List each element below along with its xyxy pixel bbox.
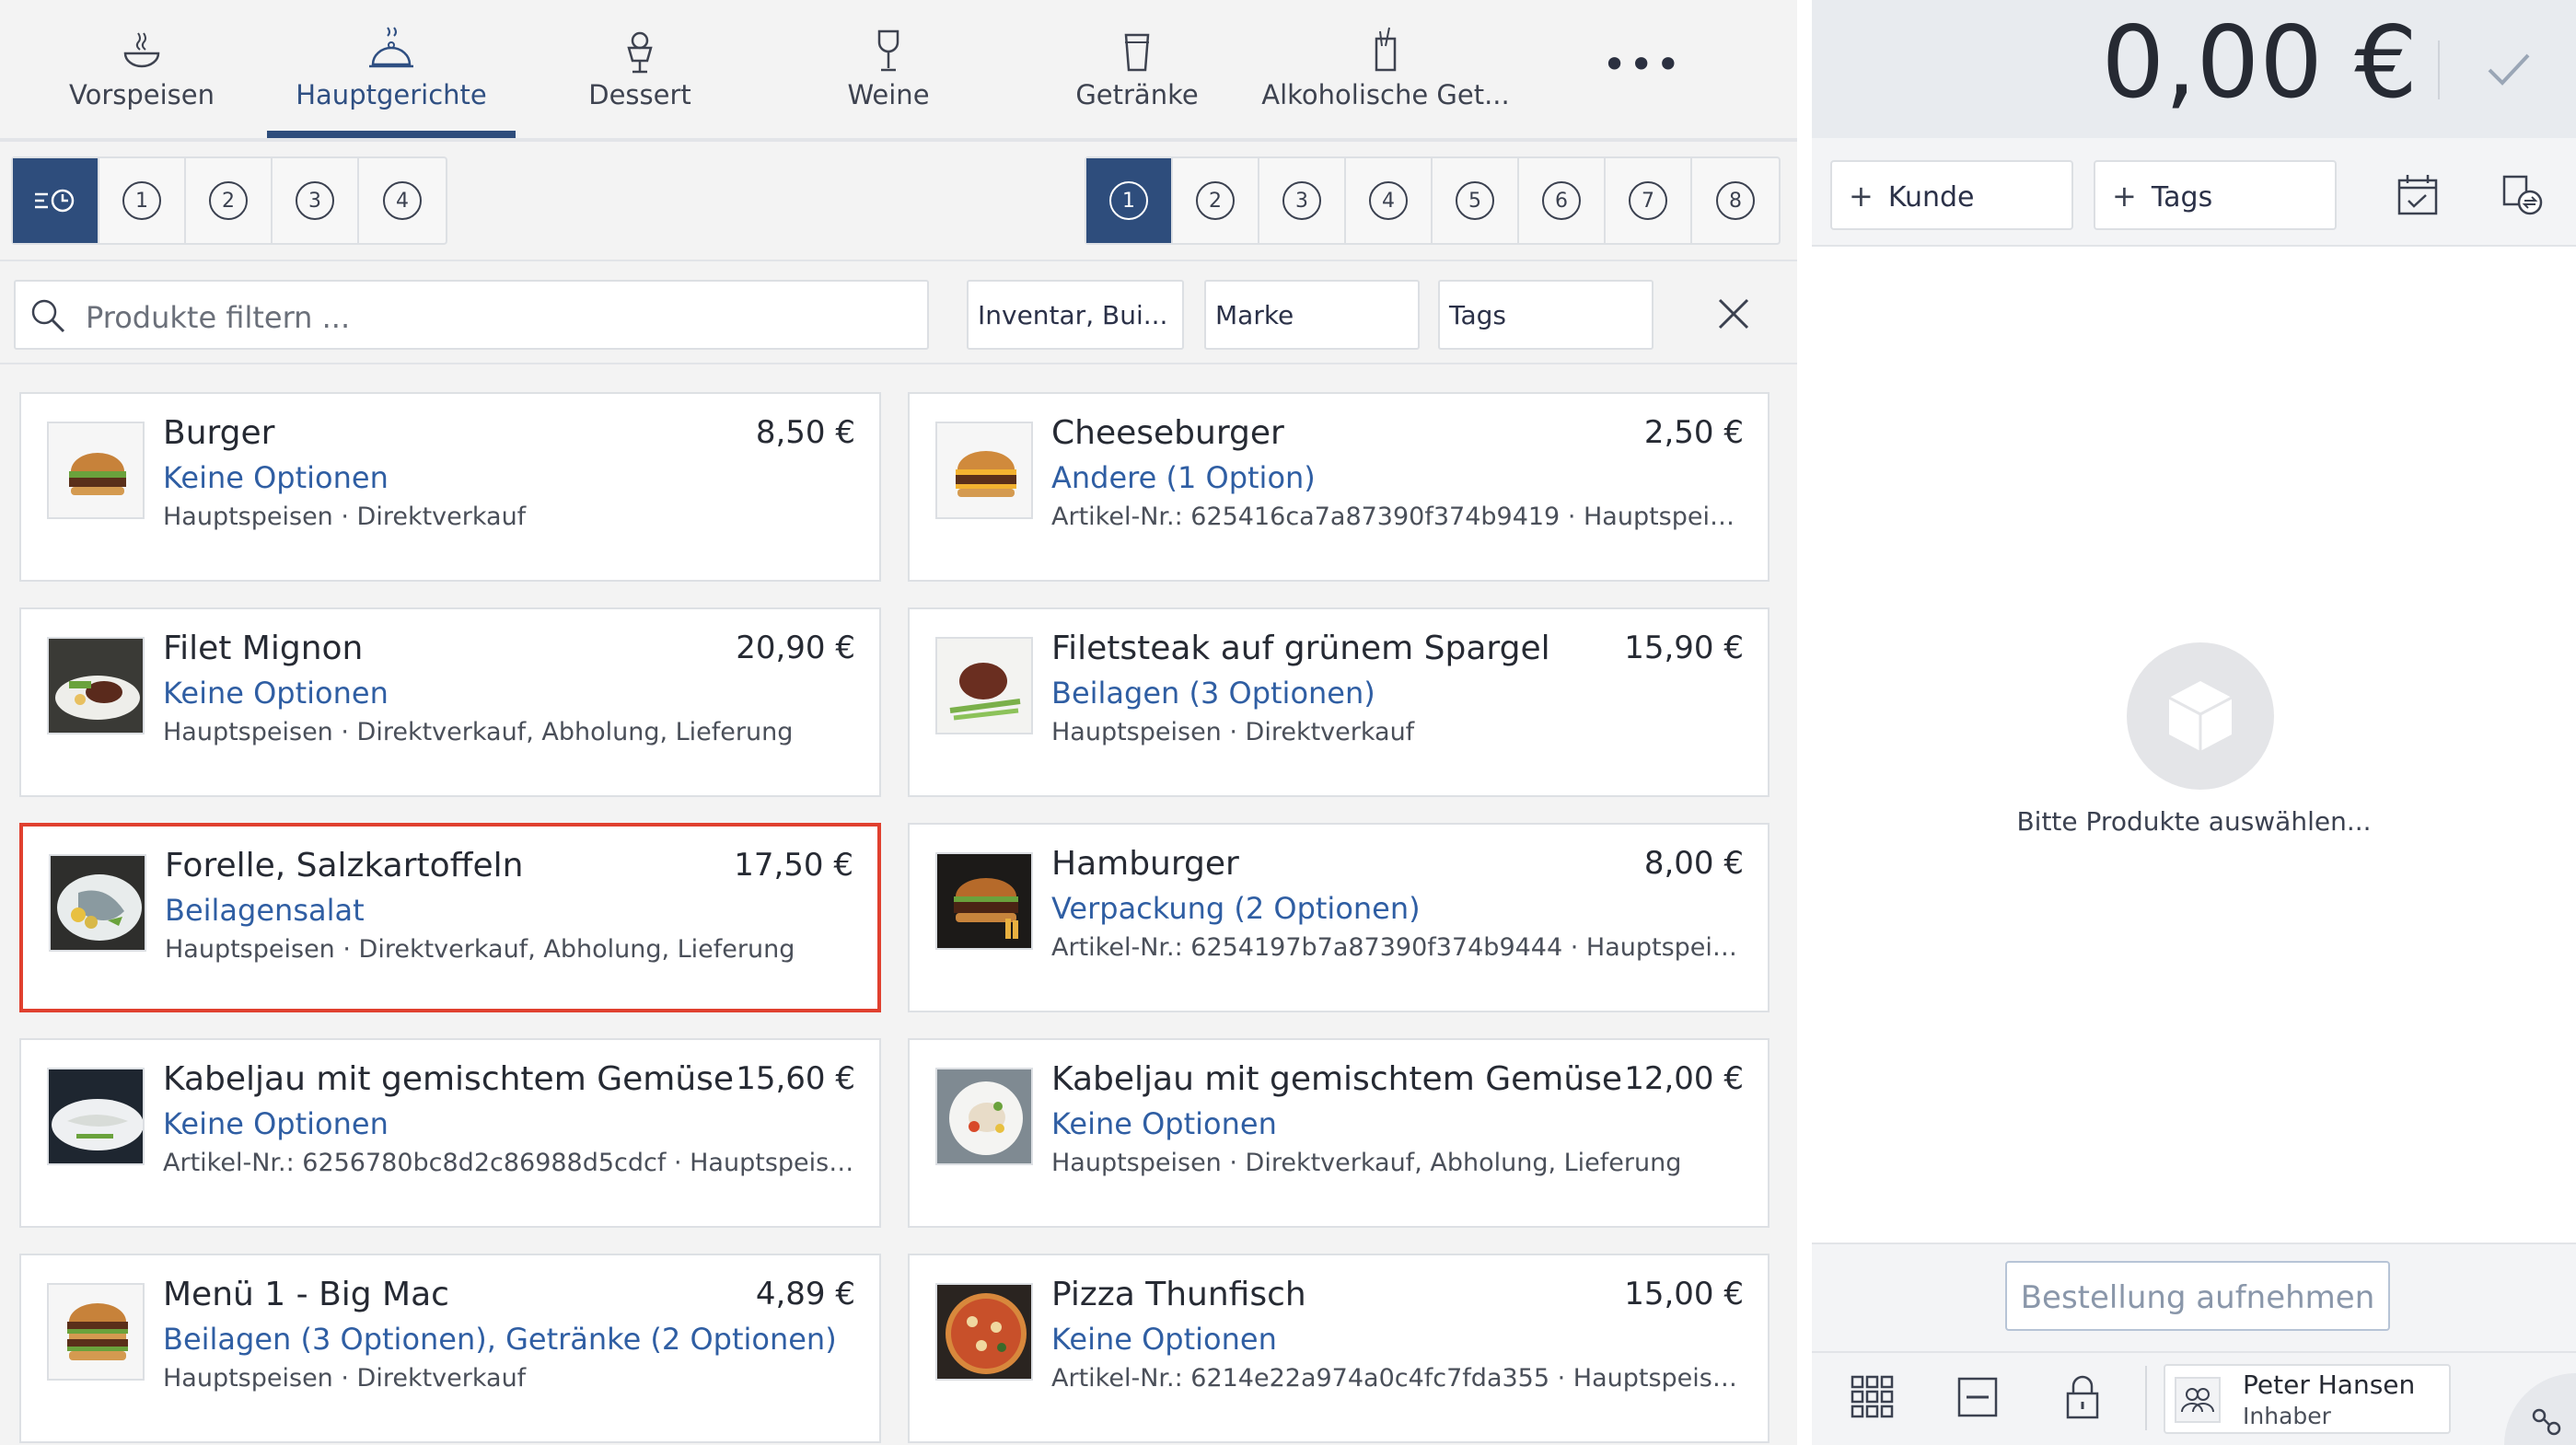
course-timer-icon [35, 189, 75, 213]
search-input[interactable]: Produkte filtern ... [14, 280, 929, 350]
kabeljau-image [49, 1069, 143, 1163]
cloche-icon [369, 27, 413, 68]
starter-bowl-icon [123, 32, 160, 68]
tab-alkoholische-getraenke[interactable]: Alkoholische Get... [1261, 0, 1510, 138]
product-thumbnail [935, 852, 1033, 950]
hamburger-image [937, 854, 1031, 948]
filet-mignon-image [49, 639, 143, 733]
cup-icon [1124, 33, 1150, 72]
seat-3-button[interactable]: 3 [1259, 158, 1346, 243]
product-thumbnail [49, 854, 146, 952]
product-thumbnail [935, 1068, 1033, 1165]
cart-total: 0,00 € [2101, 6, 2418, 121]
product-grid: Burger 8,50 € Keine Optionen Hauptspeise… [0, 364, 1797, 1445]
product-card[interactable]: Kabeljau mit gemischtem Gemüse 15,60 € K… [19, 1038, 881, 1228]
tab-getraenke[interactable]: Getränke [1013, 0, 1261, 138]
users-icon [2181, 1388, 2214, 1413]
product-card-highlighted[interactable]: Forelle, Salzkartoffeln 17,50 € Beilagen… [19, 823, 881, 1012]
tabs-divider [0, 138, 1797, 142]
total-separator [2438, 40, 2440, 99]
search-placeholder: Produkte filtern ... [86, 300, 351, 335]
tags-filter[interactable]: Tags [1438, 280, 1654, 350]
add-customer-button[interactable]: + Kunde [1830, 160, 2073, 230]
seat-5-button[interactable]: 5 [1433, 158, 1519, 243]
selector-divider [0, 260, 1797, 261]
course-4-button[interactable]: 4 [359, 158, 446, 243]
plus-icon: + [2112, 179, 2137, 214]
calendar-check-icon[interactable] [2392, 169, 2443, 221]
course-selector: 1 2 3 4 [11, 156, 447, 245]
seat-selector: 1 2 3 4 5 6 7 8 [1085, 156, 1781, 245]
kabeljau-plate-image [937, 1069, 1031, 1163]
seat-2-button[interactable]: 2 [1173, 158, 1259, 243]
product-card[interactable]: Cheeseburger 2,50 € Andere (1 Option) Ar… [908, 392, 1770, 582]
clear-filter-button[interactable] [1712, 293, 1755, 335]
avatar [2175, 1377, 2221, 1423]
inventory-filter[interactable]: Inventar, Bui... [967, 280, 1184, 350]
product-thumbnail [935, 1283, 1033, 1381]
big-mac-image [49, 1285, 143, 1379]
seat-7-button[interactable]: 7 [1606, 158, 1692, 243]
course-1-button[interactable]: 1 [99, 158, 186, 243]
product-card[interactable]: Filetsteak auf grünem Spargel 15,90 € Be… [908, 607, 1770, 797]
wine-glass-icon [877, 29, 899, 72]
grid-menu-icon[interactable] [1847, 1371, 1898, 1423]
more-categories-button[interactable]: ••• [1602, 43, 1680, 86]
bottom-separator [2145, 1366, 2147, 1430]
tab-dessert[interactable]: Dessert [516, 0, 764, 138]
product-thumbnail [935, 637, 1033, 734]
filetsteak-image [937, 639, 1031, 733]
user-name: Peter Hansen [2243, 1370, 2416, 1400]
burger-image [49, 423, 143, 517]
add-tags-button[interactable]: + Tags [2094, 160, 2337, 230]
brand-filter[interactable]: Marke [1204, 280, 1420, 350]
user-switch-button[interactable]: Peter Hansen Inhaber [2164, 1364, 2451, 1434]
tab-hauptgerichte[interactable]: Hauptgerichte [267, 0, 516, 138]
course-3-button[interactable]: 3 [273, 158, 359, 243]
product-thumbnail [47, 637, 145, 734]
empty-cart-text: Bitte Produkte auswählen... [2016, 806, 2372, 837]
transfer-icon[interactable] [2497, 169, 2548, 221]
seat-1-button[interactable]: 1 [1086, 158, 1173, 243]
pizza-image [937, 1285, 1031, 1379]
product-thumbnail [47, 1068, 145, 1165]
active-tab-indicator [267, 131, 516, 138]
product-card[interactable]: Kabeljau mit gemischtem Gemüse 12,00 € K… [908, 1038, 1770, 1228]
seat-8-button[interactable]: 8 [1692, 158, 1779, 243]
product-card[interactable]: Pizza Thunfisch 15,00 € Keine Optionen A… [908, 1254, 1770, 1443]
seat-4-button[interactable]: 4 [1346, 158, 1433, 243]
search-icon [31, 299, 65, 333]
user-role: Inhaber [2243, 1403, 2331, 1429]
product-thumbnail [935, 422, 1033, 519]
forelle-image [51, 856, 145, 950]
lock-icon[interactable] [2057, 1371, 2108, 1423]
dessert-icon [627, 31, 653, 74]
place-order-button[interactable]: Bestellung aufnehmen [2005, 1261, 2390, 1331]
plus-icon: + [1849, 179, 1874, 214]
confirm-check-button[interactable] [2477, 37, 2541, 101]
course-timer-button[interactable] [13, 158, 99, 243]
cheeseburger-image [937, 423, 1031, 517]
product-thumbnail [47, 1283, 145, 1381]
seat-6-button[interactable]: 6 [1519, 158, 1606, 243]
cocktail-icon [1375, 27, 1397, 72]
product-card[interactable]: Hamburger 8,00 € Verpackung (2 Optionen)… [908, 823, 1770, 1012]
category-tabs: Vorspeisen Hauptgerichte Dessert Weine G… [0, 0, 1797, 138]
product-card[interactable]: Filet Mignon 20,90 € Keine Optionen Haup… [19, 607, 881, 797]
empty-cart-box-icon [2127, 642, 2274, 790]
settings-corner-icon[interactable] [2504, 1373, 2576, 1445]
product-card[interactable]: Menü 1 - Big Mac 4,89 € Beilagen (3 Opti… [19, 1254, 881, 1443]
product-pane: Vorspeisen Hauptgerichte Dessert Weine G… [0, 0, 1797, 1445]
product-card[interactable]: Burger 8,50 € Keine Optionen Hauptspeise… [19, 392, 881, 582]
product-thumbnail [47, 422, 145, 519]
tab-weine[interactable]: Weine [764, 0, 1013, 138]
minus-box-icon[interactable] [1952, 1371, 2003, 1423]
tab-vorspeisen[interactable]: Vorspeisen [17, 0, 266, 138]
course-2-button[interactable]: 2 [186, 158, 273, 243]
